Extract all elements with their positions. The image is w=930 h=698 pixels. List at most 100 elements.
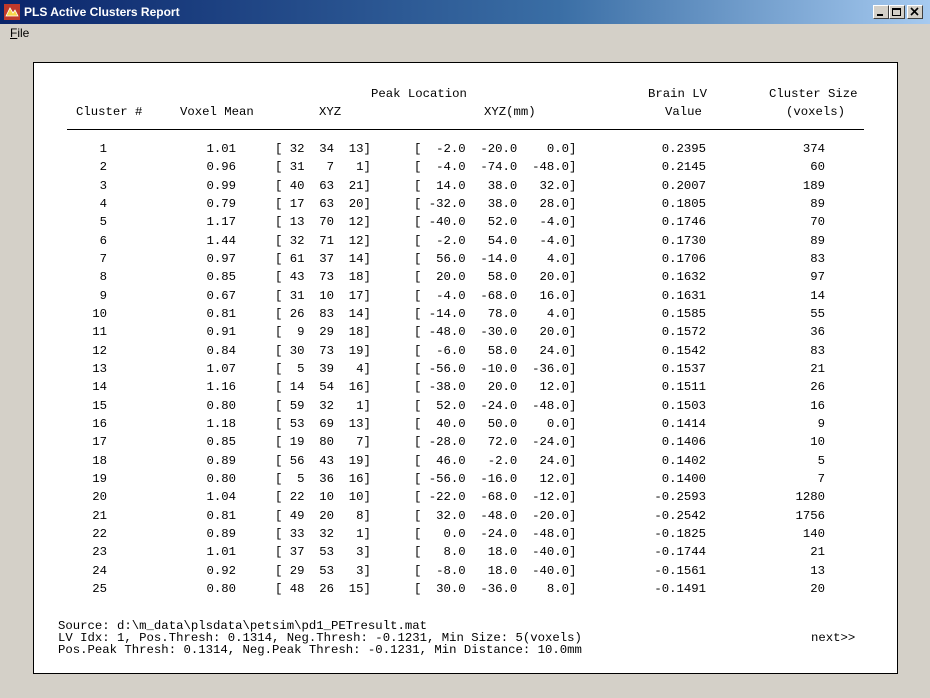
cell-cluster-size: 83 bbox=[810, 344, 825, 358]
cell-brain-lv: 0.1585 bbox=[661, 307, 706, 321]
cell-xyz: [ 26 83 14] bbox=[275, 307, 371, 321]
cell-cluster-size: 9 bbox=[817, 417, 825, 431]
close-icon bbox=[910, 7, 919, 16]
header-xyz-mm: XYZ(mm) bbox=[484, 105, 536, 119]
close-button[interactable] bbox=[907, 5, 923, 19]
cell-xyz-mm: [ -22.0 -68.0 -12.0] bbox=[414, 490, 577, 504]
cell-brain-lv: 0.1631 bbox=[661, 289, 706, 303]
cell-voxel-mean: 1.18 bbox=[206, 417, 236, 431]
cell-cluster-size: 10 bbox=[810, 435, 825, 449]
cell-cluster-size: 5 bbox=[817, 454, 825, 468]
cell-xyz-mm: [ -4.0 -68.0 16.0] bbox=[414, 289, 577, 303]
cell-voxel-mean: 1.07 bbox=[206, 362, 236, 376]
cell-cluster-num: 1 bbox=[99, 142, 107, 156]
cell-voxel-mean: 0.80 bbox=[206, 399, 236, 413]
cell-cluster-num: 10 bbox=[92, 307, 107, 321]
cell-voxel-mean: 0.80 bbox=[206, 582, 236, 596]
cell-cluster-num: 5 bbox=[99, 215, 107, 229]
next-page-link[interactable]: next>> bbox=[811, 631, 855, 645]
cell-brain-lv: 0.1542 bbox=[661, 344, 706, 358]
menu-file[interactable]: File bbox=[10, 26, 29, 40]
cell-xyz: [ 33 32 1] bbox=[275, 527, 371, 541]
maximize-button[interactable] bbox=[889, 5, 905, 19]
cell-xyz-mm: [ -28.0 72.0 -24.0] bbox=[414, 435, 577, 449]
cell-voxel-mean: 0.99 bbox=[206, 179, 236, 193]
cell-voxel-mean: 0.84 bbox=[206, 344, 236, 358]
cell-xyz-mm: [ -38.0 20.0 12.0] bbox=[414, 380, 577, 394]
cell-voxel-mean: 0.81 bbox=[206, 307, 236, 321]
cell-voxel-mean: 0.67 bbox=[206, 289, 236, 303]
cell-cluster-size: 374 bbox=[802, 142, 825, 156]
cell-cluster-size: 97 bbox=[810, 270, 825, 284]
menu-file-label: ile bbox=[17, 26, 30, 40]
cell-cluster-size: 89 bbox=[810, 197, 825, 211]
cell-xyz: [ 32 34 13] bbox=[275, 142, 371, 156]
maximize-icon bbox=[892, 8, 901, 16]
cell-xyz: [ 31 10 17] bbox=[275, 289, 371, 303]
cell-xyz: [ 40 63 21] bbox=[275, 179, 371, 193]
cell-brain-lv: 0.1406 bbox=[661, 435, 706, 449]
cell-cluster-size: 20 bbox=[810, 582, 825, 596]
cell-cluster-size: 36 bbox=[810, 325, 825, 339]
cell-cluster-num: 3 bbox=[99, 179, 107, 193]
cell-cluster-size: 21 bbox=[810, 362, 825, 376]
cell-xyz-mm: [ 14.0 38.0 32.0] bbox=[414, 179, 577, 193]
window-title: PLS Active Clusters Report bbox=[24, 5, 180, 19]
cell-cluster-size: 60 bbox=[810, 160, 825, 174]
cell-xyz: [ 37 53 3] bbox=[275, 545, 371, 559]
cell-xyz: [ 59 32 1] bbox=[275, 399, 371, 413]
header-xyz: XYZ bbox=[319, 105, 342, 119]
minimize-button[interactable] bbox=[873, 5, 889, 19]
header-cluster-num: Cluster # bbox=[76, 105, 143, 119]
cell-cluster-num: 16 bbox=[92, 417, 107, 431]
cell-xyz-mm: [ -56.0 -10.0 -36.0] bbox=[414, 362, 577, 376]
cell-cluster-num: 20 bbox=[92, 490, 107, 504]
cell-xyz: [ 9 29 18] bbox=[275, 325, 371, 339]
cell-brain-lv: -0.1825 bbox=[654, 527, 706, 541]
cell-voxel-mean: 1.17 bbox=[206, 215, 236, 229]
cell-voxel-mean: 1.16 bbox=[206, 380, 236, 394]
cell-cluster-size: 89 bbox=[810, 234, 825, 248]
matlab-app-icon[interactable] bbox=[4, 4, 20, 20]
cell-xyz: [ 49 20 8] bbox=[275, 509, 371, 523]
header-voxel-mean: Voxel Mean bbox=[180, 105, 254, 119]
cell-xyz-mm: [ 32.0 -48.0 -20.0] bbox=[414, 509, 577, 523]
cell-cluster-num: 2 bbox=[99, 160, 107, 174]
cell-xyz-mm: [ -48.0 -30.0 20.0] bbox=[414, 325, 577, 339]
peak-threshold-info: Pos.Peak Thresh: 0.1314, Neg.Peak Thresh… bbox=[58, 643, 582, 657]
cell-voxel-mean: 0.80 bbox=[206, 472, 236, 486]
cell-xyz: [ 17 63 20] bbox=[275, 197, 371, 211]
report-panel: Peak Location Brain LV Cluster Size Clus… bbox=[33, 62, 898, 674]
cell-cluster-size: 26 bbox=[810, 380, 825, 394]
menu-bar: File bbox=[0, 24, 930, 42]
cell-brain-lv: 0.1706 bbox=[661, 252, 706, 266]
cell-brain-lv: 0.2145 bbox=[661, 160, 706, 174]
cell-cluster-size: 1756 bbox=[795, 509, 825, 523]
cell-xyz: [ 5 36 16] bbox=[275, 472, 371, 486]
cell-xyz-mm: [ 56.0 -14.0 4.0] bbox=[414, 252, 577, 266]
cell-brain-lv: -0.2542 bbox=[654, 509, 706, 523]
cell-brain-lv: 0.1511 bbox=[661, 380, 706, 394]
cell-brain-lv: -0.1491 bbox=[654, 582, 706, 596]
cell-voxel-mean: 0.97 bbox=[206, 252, 236, 266]
cell-xyz-mm: [ -32.0 38.0 28.0] bbox=[414, 197, 577, 211]
cell-brain-lv: 0.1402 bbox=[661, 454, 706, 468]
cell-xyz: [ 53 69 13] bbox=[275, 417, 371, 431]
cell-cluster-size: 55 bbox=[810, 307, 825, 321]
cell-xyz: [ 32 71 12] bbox=[275, 234, 371, 248]
cell-brain-lv: 0.1503 bbox=[661, 399, 706, 413]
cell-xyz-mm: [ 30.0 -36.0 8.0] bbox=[414, 582, 577, 596]
cell-brain-lv: -0.1561 bbox=[654, 564, 706, 578]
cell-xyz-mm: [ 20.0 58.0 20.0] bbox=[414, 270, 577, 284]
cell-voxel-mean: 0.91 bbox=[206, 325, 236, 339]
cell-cluster-size: 13 bbox=[810, 564, 825, 578]
cell-cluster-num: 19 bbox=[92, 472, 107, 486]
cell-voxel-mean: 0.89 bbox=[206, 454, 236, 468]
cell-xyz: [ 29 53 3] bbox=[275, 564, 371, 578]
header-voxels: (voxels) bbox=[786, 105, 846, 119]
cell-voxel-mean: 0.92 bbox=[206, 564, 236, 578]
cell-cluster-num: 23 bbox=[92, 545, 107, 559]
cell-brain-lv: -0.1744 bbox=[654, 545, 706, 559]
cell-brain-lv: 0.1805 bbox=[661, 197, 706, 211]
cell-voxel-mean: 1.01 bbox=[206, 545, 236, 559]
